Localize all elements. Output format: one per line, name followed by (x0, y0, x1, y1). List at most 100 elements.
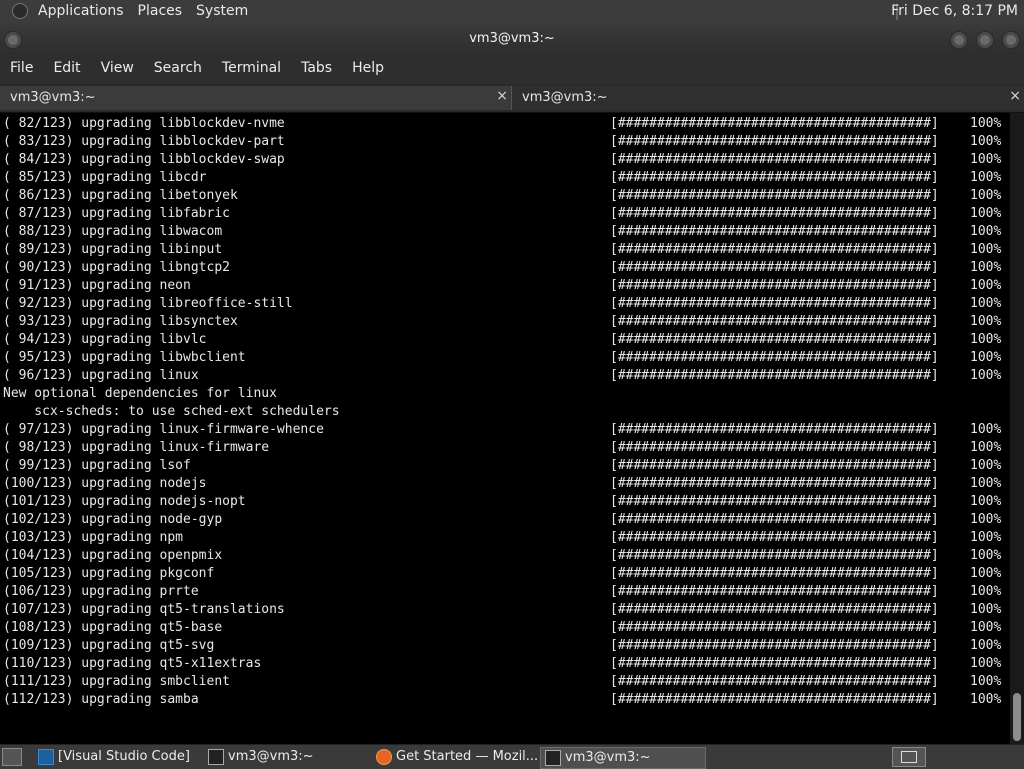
progress-percent: 100% (970, 530, 1002, 545)
terminal-line: (112/123) upgrading samba (3, 692, 199, 707)
progress-percent: 100% (970, 674, 1002, 689)
terminal-line: (102/123) upgrading node-gyp (3, 512, 223, 527)
taskbar: [Visual Studio Code] vm3@vm3:~ Get Start… (0, 744, 1024, 769)
terminal-line: ( 97/123) upgrading linux-firmware-whenc… (3, 422, 324, 437)
progress-bar-text: [#######################################… (610, 638, 939, 653)
progress-percent: 100% (970, 548, 1002, 563)
tab-label: vm3@vm3:~ (10, 90, 96, 105)
progress-bar-text: [#######################################… (610, 314, 939, 329)
progress-percent: 100% (970, 620, 1002, 635)
progress-bar-text: [#######################################… (610, 692, 939, 707)
task-label: Get Started — Mozil... (396, 749, 539, 764)
menu-terminal[interactable]: Terminal (222, 60, 281, 76)
progress-bar-text: [#######################################… (610, 602, 939, 617)
terminal-line: (108/123) upgrading qt5-base (3, 620, 223, 635)
terminal-line: ( 99/123) upgrading lsof (3, 458, 191, 473)
progress-percent: 100% (970, 188, 1002, 203)
scrollbar-thumb[interactable] (1013, 693, 1021, 741)
menu-help[interactable]: Help (352, 60, 384, 76)
terminal-output[interactable]: ( 82/123) upgrading libblockdev-nvme [###… (0, 113, 1010, 744)
progress-bar-text: [#######################################… (610, 548, 939, 563)
progress-percent: 100% (970, 224, 1002, 239)
progress-bar-text: [#######################################… (610, 350, 939, 365)
terminal-line: ( 91/123) upgrading neon (3, 278, 191, 293)
progress-percent: 100% (970, 152, 1002, 167)
progress-bar-text: [#######################################… (610, 170, 939, 185)
distro-logo-icon[interactable] (12, 3, 28, 19)
terminal-line: ( 88/123) upgrading libwacom (3, 224, 223, 239)
title-bar[interactable]: vm3@vm3:~ (0, 24, 1024, 55)
progress-bar-text: [#######################################… (610, 656, 939, 671)
progress-bar-text: [#######################################… (610, 152, 939, 167)
terminal-line: ( 83/123) upgrading libblockdev-part (3, 134, 285, 149)
terminal-scrollbar[interactable] (1010, 113, 1024, 744)
terminal-line: (107/123) upgrading qt5-translations (3, 602, 285, 617)
panel-clock[interactable]: Fri Dec 6, 8:17 PM (891, 3, 1018, 19)
panel-menu: Applications Places System (12, 3, 248, 19)
progress-bar-text: [#######################################… (610, 476, 939, 491)
minimize-button[interactable] (950, 31, 968, 49)
terminal-line: ( 82/123) upgrading libblockdev-nvme (3, 116, 285, 131)
task-vscode[interactable]: [Visual Studio Code] (34, 747, 200, 767)
progress-bar-text: [#######################################… (610, 674, 939, 689)
progress-percent: 100% (970, 278, 1002, 293)
menu-file[interactable]: File (10, 60, 33, 76)
menu-tabs[interactable]: Tabs (301, 60, 332, 76)
menu-bar: File Edit View Search Terminal Tabs Help (0, 54, 1024, 84)
terminal-line: (111/123) upgrading smbclient (3, 674, 230, 689)
progress-bar-text: [#######################################… (610, 260, 939, 275)
tab-terminal-1[interactable]: vm3@vm3:~ × (0, 86, 512, 110)
terminal-window: vm3@vm3:~ File Edit View Search Terminal… (0, 24, 1024, 744)
menu-search[interactable]: Search (154, 60, 202, 76)
progress-bar-text: [#######################################… (610, 458, 939, 473)
system-menu[interactable]: System (196, 3, 248, 19)
menu-view[interactable]: View (101, 60, 134, 76)
terminal-line: ( 95/123) upgrading libwbclient (3, 350, 246, 365)
menu-edit[interactable]: Edit (53, 60, 80, 76)
progress-bar-text: [#######################################… (610, 368, 939, 383)
window-title: vm3@vm3:~ (469, 31, 555, 46)
progress-bar-text: [#######################################… (610, 440, 939, 455)
task-firefox[interactable]: Get Started — Mozil... (372, 747, 538, 767)
progress-bar-text: [#######################################… (610, 296, 939, 311)
terminal-icon (545, 750, 561, 766)
terminal-line: (100/123) upgrading nodejs (3, 476, 207, 491)
terminal-line: (106/123) upgrading prrte (3, 584, 199, 599)
top-panel: Applications Places System Fri Dec 6, 8:… (0, 0, 1024, 25)
tab-close-icon[interactable]: × (1009, 88, 1021, 104)
close-button[interactable] (1002, 31, 1020, 49)
progress-percent: 100% (970, 206, 1002, 221)
show-desktop-icon[interactable] (2, 748, 22, 766)
tab-terminal-2[interactable]: vm3@vm3:~ × (512, 86, 1024, 110)
progress-bar-text: [#######################################… (610, 134, 939, 149)
progress-percent: 100% (970, 494, 1002, 509)
progress-percent: 100% (970, 476, 1002, 491)
task-label: vm3@vm3:~ (565, 750, 651, 765)
progress-percent: 100% (970, 332, 1002, 347)
task-label: vm3@vm3:~ (228, 749, 314, 764)
progress-percent: 100% (970, 638, 1002, 653)
task-terminal-1[interactable]: vm3@vm3:~ (204, 747, 370, 767)
progress-percent: 100% (970, 422, 1002, 437)
progress-bar-text: [#######################################… (610, 494, 939, 509)
progress-percent: 100% (970, 368, 1002, 383)
progress-percent: 100% (970, 242, 1002, 257)
applications-menu[interactable]: Applications (38, 3, 124, 19)
tab-bar: vm3@vm3:~ × vm3@vm3:~ × (0, 84, 1024, 113)
progress-bar-text: [#######################################… (610, 224, 939, 239)
progress-percent: 100% (970, 440, 1002, 455)
terminal-line: (101/123) upgrading nodejs-nopt (3, 494, 246, 509)
progress-percent: 100% (970, 458, 1002, 473)
task-terminal-2[interactable]: vm3@vm3:~ (540, 747, 706, 769)
progress-percent: 100% (970, 512, 1002, 527)
places-menu[interactable]: Places (138, 3, 183, 19)
progress-percent: 100% (970, 260, 1002, 275)
terminal-line: ( 86/123) upgrading libetonyek (3, 188, 238, 203)
workspace-switcher[interactable] (892, 747, 926, 767)
terminal-line: ( 93/123) upgrading libsynctex (3, 314, 238, 329)
terminal-line: ( 90/123) upgrading libngtcp2 (3, 260, 230, 275)
terminal-line: (110/123) upgrading qt5-x11extras (3, 656, 262, 671)
maximize-button[interactable] (976, 31, 994, 49)
tab-close-icon[interactable]: × (496, 88, 508, 104)
progress-bar-text: [#######################################… (610, 584, 939, 599)
